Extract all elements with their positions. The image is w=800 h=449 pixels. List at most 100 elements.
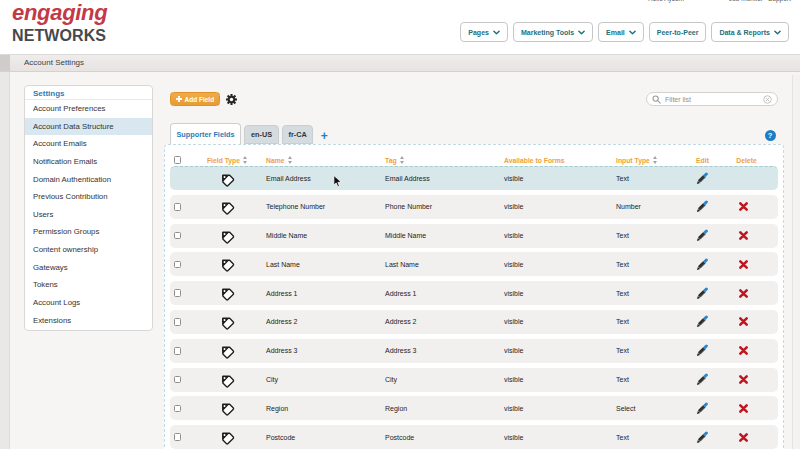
sidebar-item[interactable]: Domain Authentication [25, 171, 152, 189]
field-available: visible [500, 405, 612, 412]
edit-pencil-icon[interactable] [696, 315, 709, 328]
row-checkbox[interactable] [174, 203, 182, 211]
edit-pencil-icon[interactable] [696, 287, 709, 300]
field-type-tag-icon [219, 285, 235, 301]
help-icon[interactable]: ? [765, 130, 776, 141]
sidebar-item[interactable]: Users [25, 206, 152, 224]
field-available: visible [500, 376, 612, 383]
table-row[interactable]: Email Address Email Address visible Text [170, 166, 778, 190]
delete-x-icon[interactable] [739, 231, 748, 240]
sidebar-item[interactable]: Tokens [25, 276, 152, 294]
field-type-tag-icon [219, 400, 235, 416]
column-header-input-type[interactable]: Input Type [612, 156, 690, 164]
field-input-type: Text [612, 175, 690, 182]
delete-x-icon[interactable] [739, 260, 748, 269]
row-checkbox[interactable] [174, 318, 182, 326]
column-header-available: Available to Forms [500, 157, 612, 164]
sidebar-item[interactable]: Notification Emails [25, 153, 152, 171]
clear-filter-icon[interactable] [763, 95, 772, 104]
field-name: Middle Name [262, 232, 380, 239]
sidebar-item[interactable]: Permission Groups [25, 223, 152, 241]
sidebar-item[interactable]: Extensions [25, 312, 152, 330]
delete-x-icon[interactable] [739, 202, 748, 211]
delete-x-icon[interactable] [739, 346, 748, 355]
table-row[interactable]: Address 2 Address 2 visible Text [170, 310, 778, 334]
sidebar-item[interactable]: Account Logs [25, 294, 152, 312]
filter-input[interactable] [661, 96, 763, 103]
field-type-tag-icon [219, 372, 235, 388]
field-input-type: Text [612, 434, 690, 441]
edit-pencil-icon[interactable] [696, 258, 709, 271]
top-link-support[interactable]: Support [768, 0, 791, 2]
column-header-name[interactable]: Name [262, 156, 380, 164]
sort-icon [288, 156, 292, 164]
select-all-checkbox[interactable] [174, 156, 182, 164]
row-checkbox[interactable] [174, 376, 182, 384]
row-checkbox[interactable] [174, 289, 182, 297]
nav-button[interactable]: Data & Reports [711, 22, 789, 42]
field-name: Address 3 [262, 347, 380, 354]
sidebar-item[interactable]: Content ownership [25, 241, 152, 259]
scrollbar-gutter[interactable] [792, 75, 800, 449]
table-row[interactable]: Address 1 Address 1 visible Text [170, 281, 778, 305]
row-checkbox[interactable] [174, 433, 182, 441]
edit-pencil-icon[interactable] [696, 402, 709, 415]
field-input-type: Text [612, 376, 690, 383]
edit-pencil-icon[interactable] [696, 344, 709, 357]
table-row[interactable]: Middle Name Middle Name visible Text [170, 224, 778, 248]
delete-x-icon[interactable] [739, 375, 748, 384]
edit-pencil-icon[interactable] [696, 373, 709, 386]
table-row[interactable]: Address 3 Address 3 visible Text [170, 339, 778, 363]
delete-x-icon[interactable] [739, 433, 748, 442]
top-link-job-monitor[interactable]: Job monitor [729, 0, 763, 2]
field-available: visible [500, 232, 612, 239]
column-header-field-type[interactable]: Field Type [192, 156, 262, 164]
tab[interactable]: en-US [244, 125, 278, 144]
tab[interactable]: fr-CA [282, 125, 313, 144]
sidebar-item[interactable]: Account Preferences [25, 100, 152, 118]
mouse-cursor [333, 175, 342, 188]
nav-button[interactable]: Pages [460, 22, 508, 42]
column-header-tag[interactable]: Tag [380, 156, 500, 164]
field-name: Address 1 [262, 290, 380, 297]
delete-x-icon[interactable] [739, 289, 748, 298]
edit-pencil-icon[interactable] [696, 431, 709, 444]
nav-button[interactable]: Email [598, 22, 644, 42]
gear-icon[interactable] [225, 93, 238, 106]
field-name: Telephone Number [262, 203, 380, 210]
add-field-button[interactable]: Add Field [170, 92, 220, 106]
field-tag: Postcode [380, 434, 500, 441]
nav-button[interactable]: Peer-to-Peer [649, 22, 707, 42]
row-checkbox[interactable] [174, 405, 182, 413]
table-row[interactable]: Last Name Last Name visible Text [170, 252, 778, 276]
edit-pencil-icon[interactable] [696, 229, 709, 242]
plus-icon [176, 96, 182, 102]
table-row[interactable]: Region Region visible Select [170, 396, 778, 420]
table-row[interactable]: City City visible Text [170, 368, 778, 392]
tab[interactable]: Supporter Fields [170, 123, 241, 144]
field-input-type: Text [612, 232, 690, 239]
edit-pencil-icon[interactable] [696, 172, 709, 185]
sidebar-item[interactable]: Gateways [25, 259, 152, 277]
row-checkbox[interactable] [174, 261, 182, 269]
top-link-greeting[interactable]: Hello Aysem [648, 0, 684, 2]
add-tab-button[interactable]: + [321, 131, 328, 141]
chevron-down-icon [493, 30, 500, 35]
sort-icon [243, 156, 247, 164]
edit-pencil-icon[interactable] [696, 200, 709, 213]
row-checkbox[interactable] [174, 347, 182, 355]
sidebar-item[interactable]: Account Data Structure [25, 118, 152, 136]
table-row[interactable]: Postcode Postcode visible Text [170, 425, 778, 449]
delete-x-icon[interactable] [739, 317, 748, 326]
table-row[interactable]: Telephone Number Phone Number visible Nu… [170, 195, 778, 219]
sidebar-item[interactable]: Account Emails [25, 135, 152, 153]
row-checkbox[interactable] [174, 232, 182, 240]
field-type-tag-icon [219, 256, 235, 272]
column-header-delete: Delete [715, 157, 778, 164]
sidebar-title: Settings [25, 86, 152, 100]
top-header: Hello Aysem Job monitor Support engaging… [0, 0, 800, 54]
sidebar-item[interactable]: Previous Contribution [25, 188, 152, 206]
main-nav: Pages Marketing Tools Email Peer-to-Peer [460, 22, 789, 42]
delete-x-icon[interactable] [739, 404, 748, 413]
nav-button[interactable]: Marketing Tools [513, 22, 593, 42]
